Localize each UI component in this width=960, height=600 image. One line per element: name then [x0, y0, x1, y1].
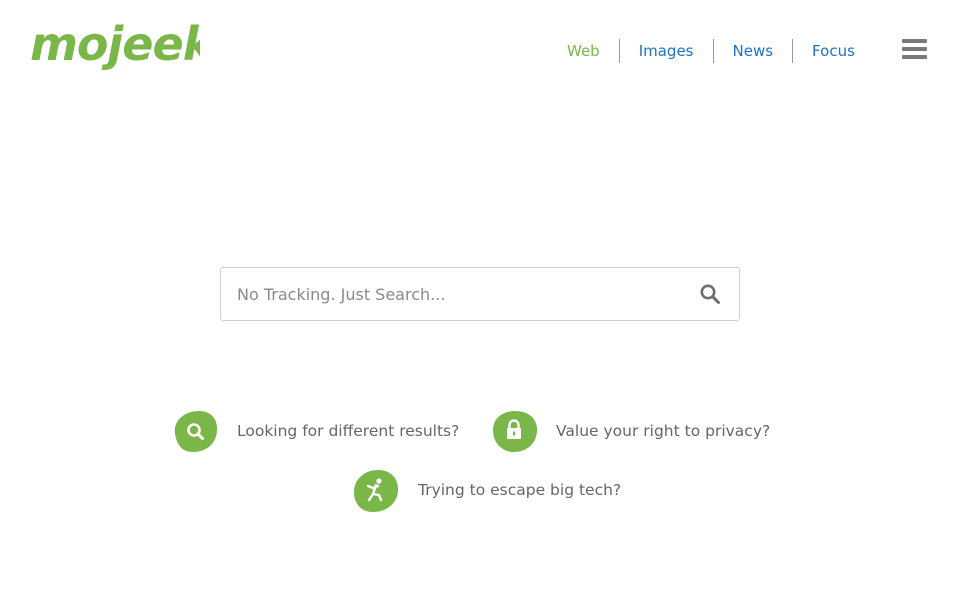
search-box [220, 267, 740, 321]
hamburger-menu-button[interactable] [902, 39, 927, 59]
nav-web[interactable]: Web [548, 39, 619, 63]
search-icon [700, 284, 720, 304]
nav-images[interactable]: Images [620, 39, 713, 63]
lock-icon [493, 411, 537, 452]
feature-label: Trying to escape big tech? [418, 481, 622, 499]
feature-label: Looking for different results? [237, 422, 460, 440]
nav-focus[interactable]: Focus [793, 39, 874, 63]
hamburger-icon-bar [902, 47, 927, 51]
hamburger-icon-bar [902, 55, 927, 59]
search-input[interactable] [221, 268, 681, 320]
feature-escape-big-tech[interactable]: Trying to escape big tech? [352, 468, 621, 512]
feature-different-results[interactable]: Looking for different results? [171, 409, 459, 453]
hamburger-icon-bar [902, 39, 927, 43]
escape-figure-icon [353, 470, 399, 512]
feature-privacy[interactable]: Value your right to privacy? [490, 409, 770, 453]
mojeek-logo[interactable]: mojeek [30, 16, 217, 74]
search-button[interactable] [699, 283, 721, 305]
nav-news[interactable]: News [714, 39, 793, 63]
search-icon [174, 411, 218, 452]
top-nav: Web Images News Focus [548, 39, 874, 63]
svg-text:mojeek: mojeek [30, 17, 200, 71]
feature-label: Value your right to privacy? [556, 422, 771, 440]
